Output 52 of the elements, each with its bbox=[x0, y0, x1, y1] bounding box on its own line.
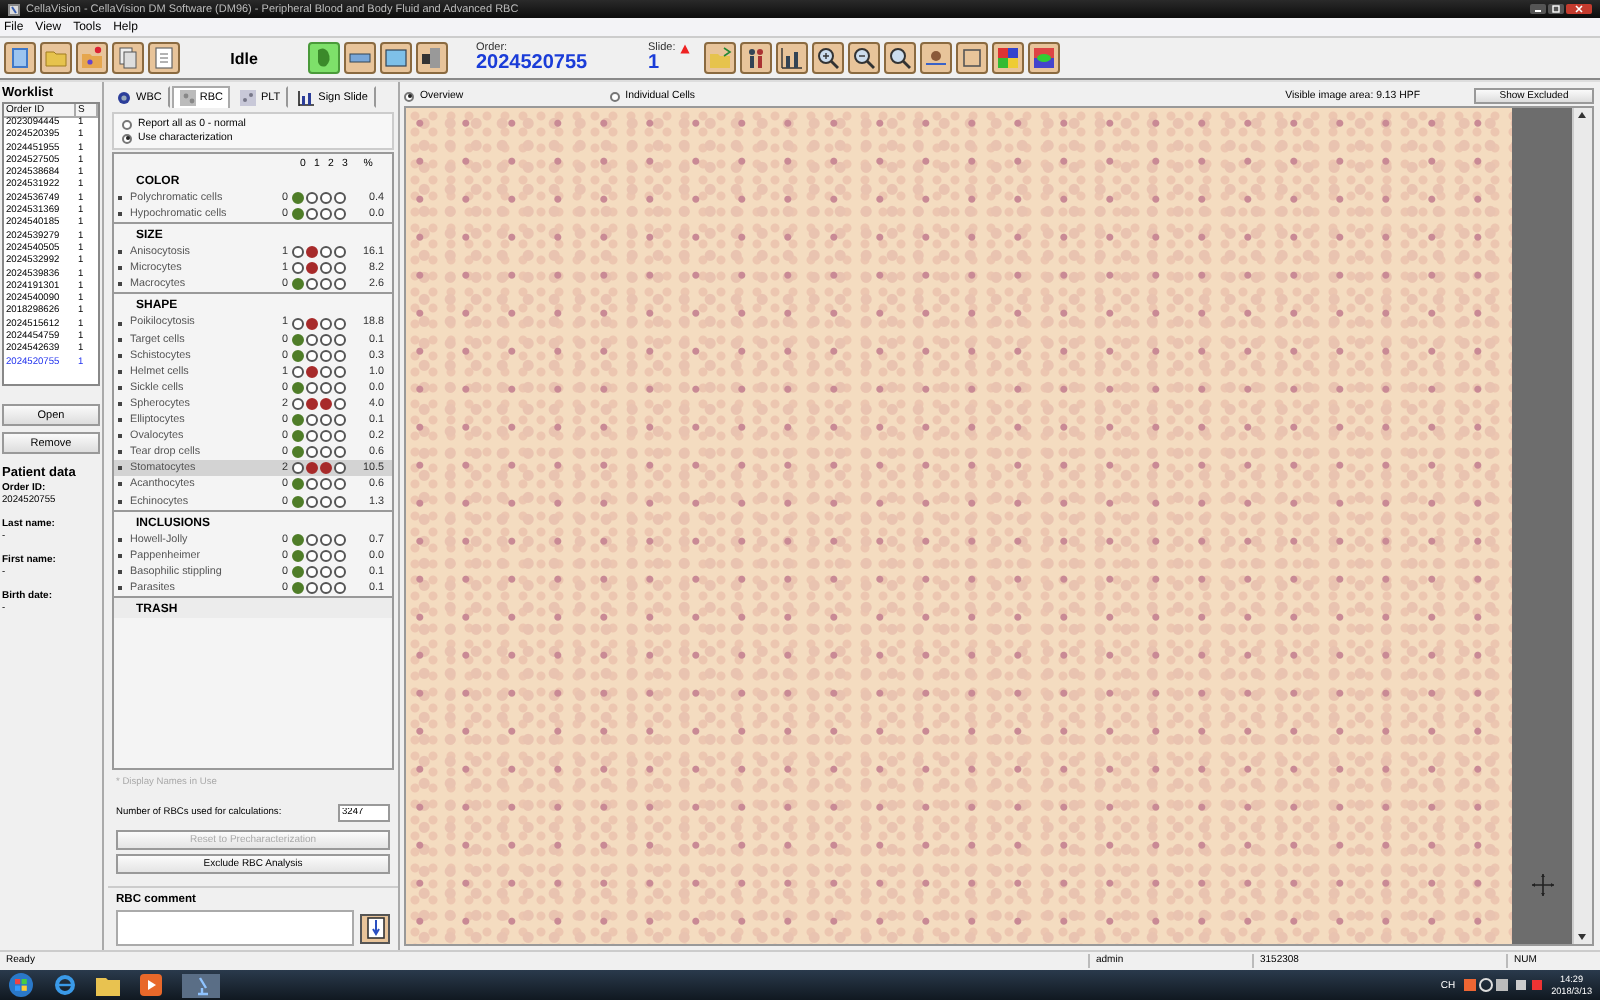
tool-button[interactable] bbox=[1028, 42, 1060, 74]
comment-button[interactable] bbox=[360, 913, 390, 943]
document-icon bbox=[150, 44, 178, 72]
tool-button[interactable] bbox=[884, 42, 916, 74]
cells-grid-icon bbox=[179, 90, 196, 106]
tool-button[interactable] bbox=[848, 42, 880, 74]
zoom-out-icon bbox=[850, 44, 878, 72]
app-icon bbox=[8, 3, 20, 15]
slide-number: 1 bbox=[648, 54, 662, 74]
microscope-icon[interactable] bbox=[192, 975, 210, 995]
browser-icon[interactable] bbox=[54, 974, 76, 996]
radio-button[interactable] bbox=[122, 133, 132, 143]
slide-pages-icon bbox=[114, 44, 142, 72]
color-eye-icon bbox=[1030, 44, 1058, 72]
tool-button[interactable] bbox=[740, 42, 772, 74]
zoom-fit-icon bbox=[886, 44, 914, 72]
scrollbar[interactable] bbox=[1572, 108, 1592, 944]
taskbar-button[interactable] bbox=[182, 973, 220, 997]
bar-chart-icon bbox=[298, 89, 315, 105]
radio-button[interactable] bbox=[122, 119, 132, 129]
maximize-icon[interactable] bbox=[1548, 4, 1564, 14]
crosshair-icon bbox=[1531, 874, 1553, 896]
chart-icon bbox=[778, 44, 806, 72]
frame-icon bbox=[958, 44, 986, 72]
book-icon bbox=[6, 44, 34, 72]
platelets-icon bbox=[240, 89, 257, 105]
order-number: 2024520755 bbox=[476, 54, 590, 74]
start-orb-icon[interactable] bbox=[8, 972, 34, 998]
folder-icon[interactable] bbox=[96, 975, 120, 995]
notepad-icon bbox=[365, 916, 385, 940]
close-icon[interactable] bbox=[1566, 4, 1592, 14]
tool-button[interactable] bbox=[992, 42, 1024, 74]
folder-arrow-icon bbox=[706, 44, 734, 72]
media-player-icon[interactable] bbox=[140, 974, 162, 996]
comment-field[interactable] bbox=[116, 910, 354, 946]
scroll-up-icon[interactable] bbox=[1574, 108, 1590, 122]
scroll-down-icon[interactable] bbox=[1574, 930, 1590, 944]
tool-button[interactable] bbox=[776, 42, 808, 74]
tray-icons-drawing bbox=[1463, 978, 1544, 992]
radio-button[interactable] bbox=[609, 91, 620, 101]
radio-button[interactable] bbox=[404, 91, 414, 101]
minimize-icon[interactable] bbox=[1530, 4, 1546, 14]
color-squares-icon bbox=[994, 44, 1022, 72]
cell-icon bbox=[116, 89, 132, 105]
tool-button[interactable] bbox=[148, 42, 180, 74]
zoom-in-icon bbox=[814, 44, 842, 72]
tool-button[interactable] bbox=[812, 42, 844, 74]
screen-icon bbox=[382, 44, 410, 72]
folder-star-icon bbox=[78, 44, 106, 72]
tool-button[interactable] bbox=[112, 42, 144, 74]
status-text: Idle bbox=[228, 49, 260, 67]
warning-icon bbox=[679, 43, 690, 53]
